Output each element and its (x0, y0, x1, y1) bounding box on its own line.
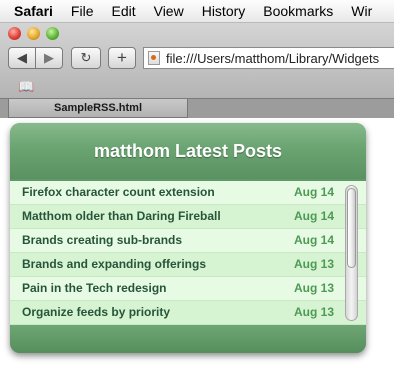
scrollbar-thumb[interactable] (347, 188, 356, 268)
forward-button[interactable]: ▶ (35, 47, 63, 69)
post-row[interactable]: Matthom older than Daring Fireball Aug 1… (10, 205, 366, 229)
back-arrow-icon: ◀ (17, 50, 27, 65)
posts-list: Firefox character count extension Aug 14… (10, 181, 366, 325)
menu-window[interactable]: Wir (342, 0, 381, 22)
minimize-window-button[interactable] (27, 27, 40, 40)
tab-bar: SampleRSS.html (0, 98, 394, 119)
address-bar[interactable]: file:///Users/matthom/Library/Widgets (143, 47, 394, 69)
menu-safari[interactable]: Safari (0, 0, 62, 22)
tab-samplerss[interactable]: SampleRSS.html (8, 99, 188, 118)
posts-scrollbar[interactable] (345, 185, 358, 321)
widget-title: matthom Latest Posts (93, 140, 283, 161)
post-date: Aug 14 (293, 185, 334, 199)
menu-bookmarks[interactable]: Bookmarks (254, 0, 342, 22)
close-window-button[interactable] (8, 27, 21, 40)
post-row[interactable]: Brands and expanding offerings Aug 13 (10, 253, 366, 277)
reload-button[interactable]: ↻ (71, 47, 101, 69)
rss-widget: matthom Latest Posts Firefox character c… (10, 123, 366, 353)
menu-view[interactable]: View (145, 0, 193, 22)
post-title[interactable]: Brands and expanding offerings (22, 253, 206, 276)
back-button[interactable]: ◀ (8, 47, 36, 69)
tab-label: SampleRSS.html (53, 102, 143, 114)
post-row[interactable]: Pain in the Tech redesign Aug 13 (10, 277, 366, 301)
menu-edit[interactable]: Edit (102, 0, 144, 22)
post-title[interactable]: Pain in the Tech redesign (22, 277, 166, 300)
post-row[interactable]: Organize feeds by priority Aug 13 (10, 301, 366, 325)
browser-toolbar: ◀ ▶ ↻ + file:///Users/matthom/Library/Wi… (0, 23, 394, 99)
post-title[interactable]: Organize feeds by priority (22, 301, 170, 324)
address-text: file:///Users/matthom/Library/Widgets (166, 50, 380, 66)
menu-file[interactable]: File (62, 0, 103, 22)
post-date: Aug 13 (293, 257, 334, 271)
forward-arrow-icon: ▶ (44, 50, 54, 65)
post-date: Aug 13 (293, 281, 334, 295)
page-content: matthom Latest Posts Firefox character c… (0, 118, 394, 374)
post-row[interactable]: Brands creating sub-brands Aug 14 (10, 229, 366, 253)
plus-icon: + (117, 48, 127, 67)
post-date: Aug 13 (293, 305, 334, 319)
post-title[interactable]: Firefox character count extension (22, 181, 215, 204)
post-date: Aug 14 (293, 209, 334, 223)
widget-footer (10, 325, 366, 353)
reload-icon: ↻ (80, 50, 92, 65)
post-title[interactable]: Matthom older than Daring Fireball (22, 205, 221, 228)
add-bookmark-button[interactable]: + (108, 47, 136, 69)
bookmarks-book-icon[interactable]: 📖 (18, 79, 34, 95)
post-title[interactable]: Brands creating sub-brands (22, 229, 182, 252)
menu-bar: Safari File Edit View History Bookmarks … (0, 0, 394, 23)
post-row[interactable]: Firefox character count extension Aug 14 (10, 181, 366, 205)
site-favicon-icon (148, 51, 160, 65)
zoom-window-button[interactable] (46, 27, 59, 40)
post-date: Aug 14 (293, 233, 334, 247)
widget-header: matthom Latest Posts (10, 123, 366, 179)
menu-history[interactable]: History (193, 0, 255, 22)
